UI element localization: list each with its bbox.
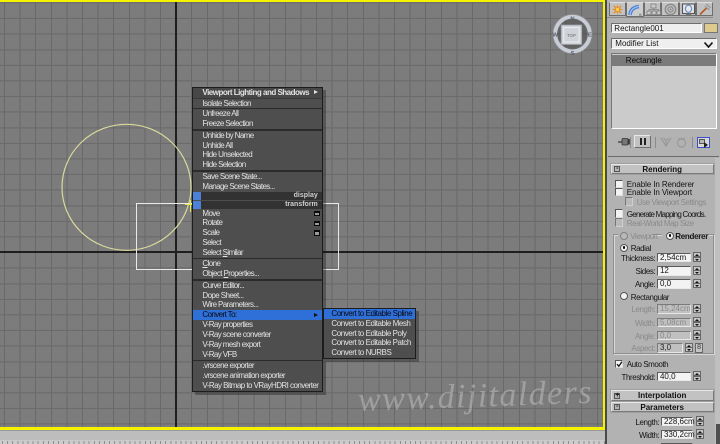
svg-text:W: W — [553, 32, 559, 38]
svg-text:E: E — [588, 32, 592, 38]
svg-text:TOP: TOP — [567, 33, 576, 38]
svg-text:S: S — [571, 51, 575, 57]
svg-text:N: N — [570, 16, 574, 22]
